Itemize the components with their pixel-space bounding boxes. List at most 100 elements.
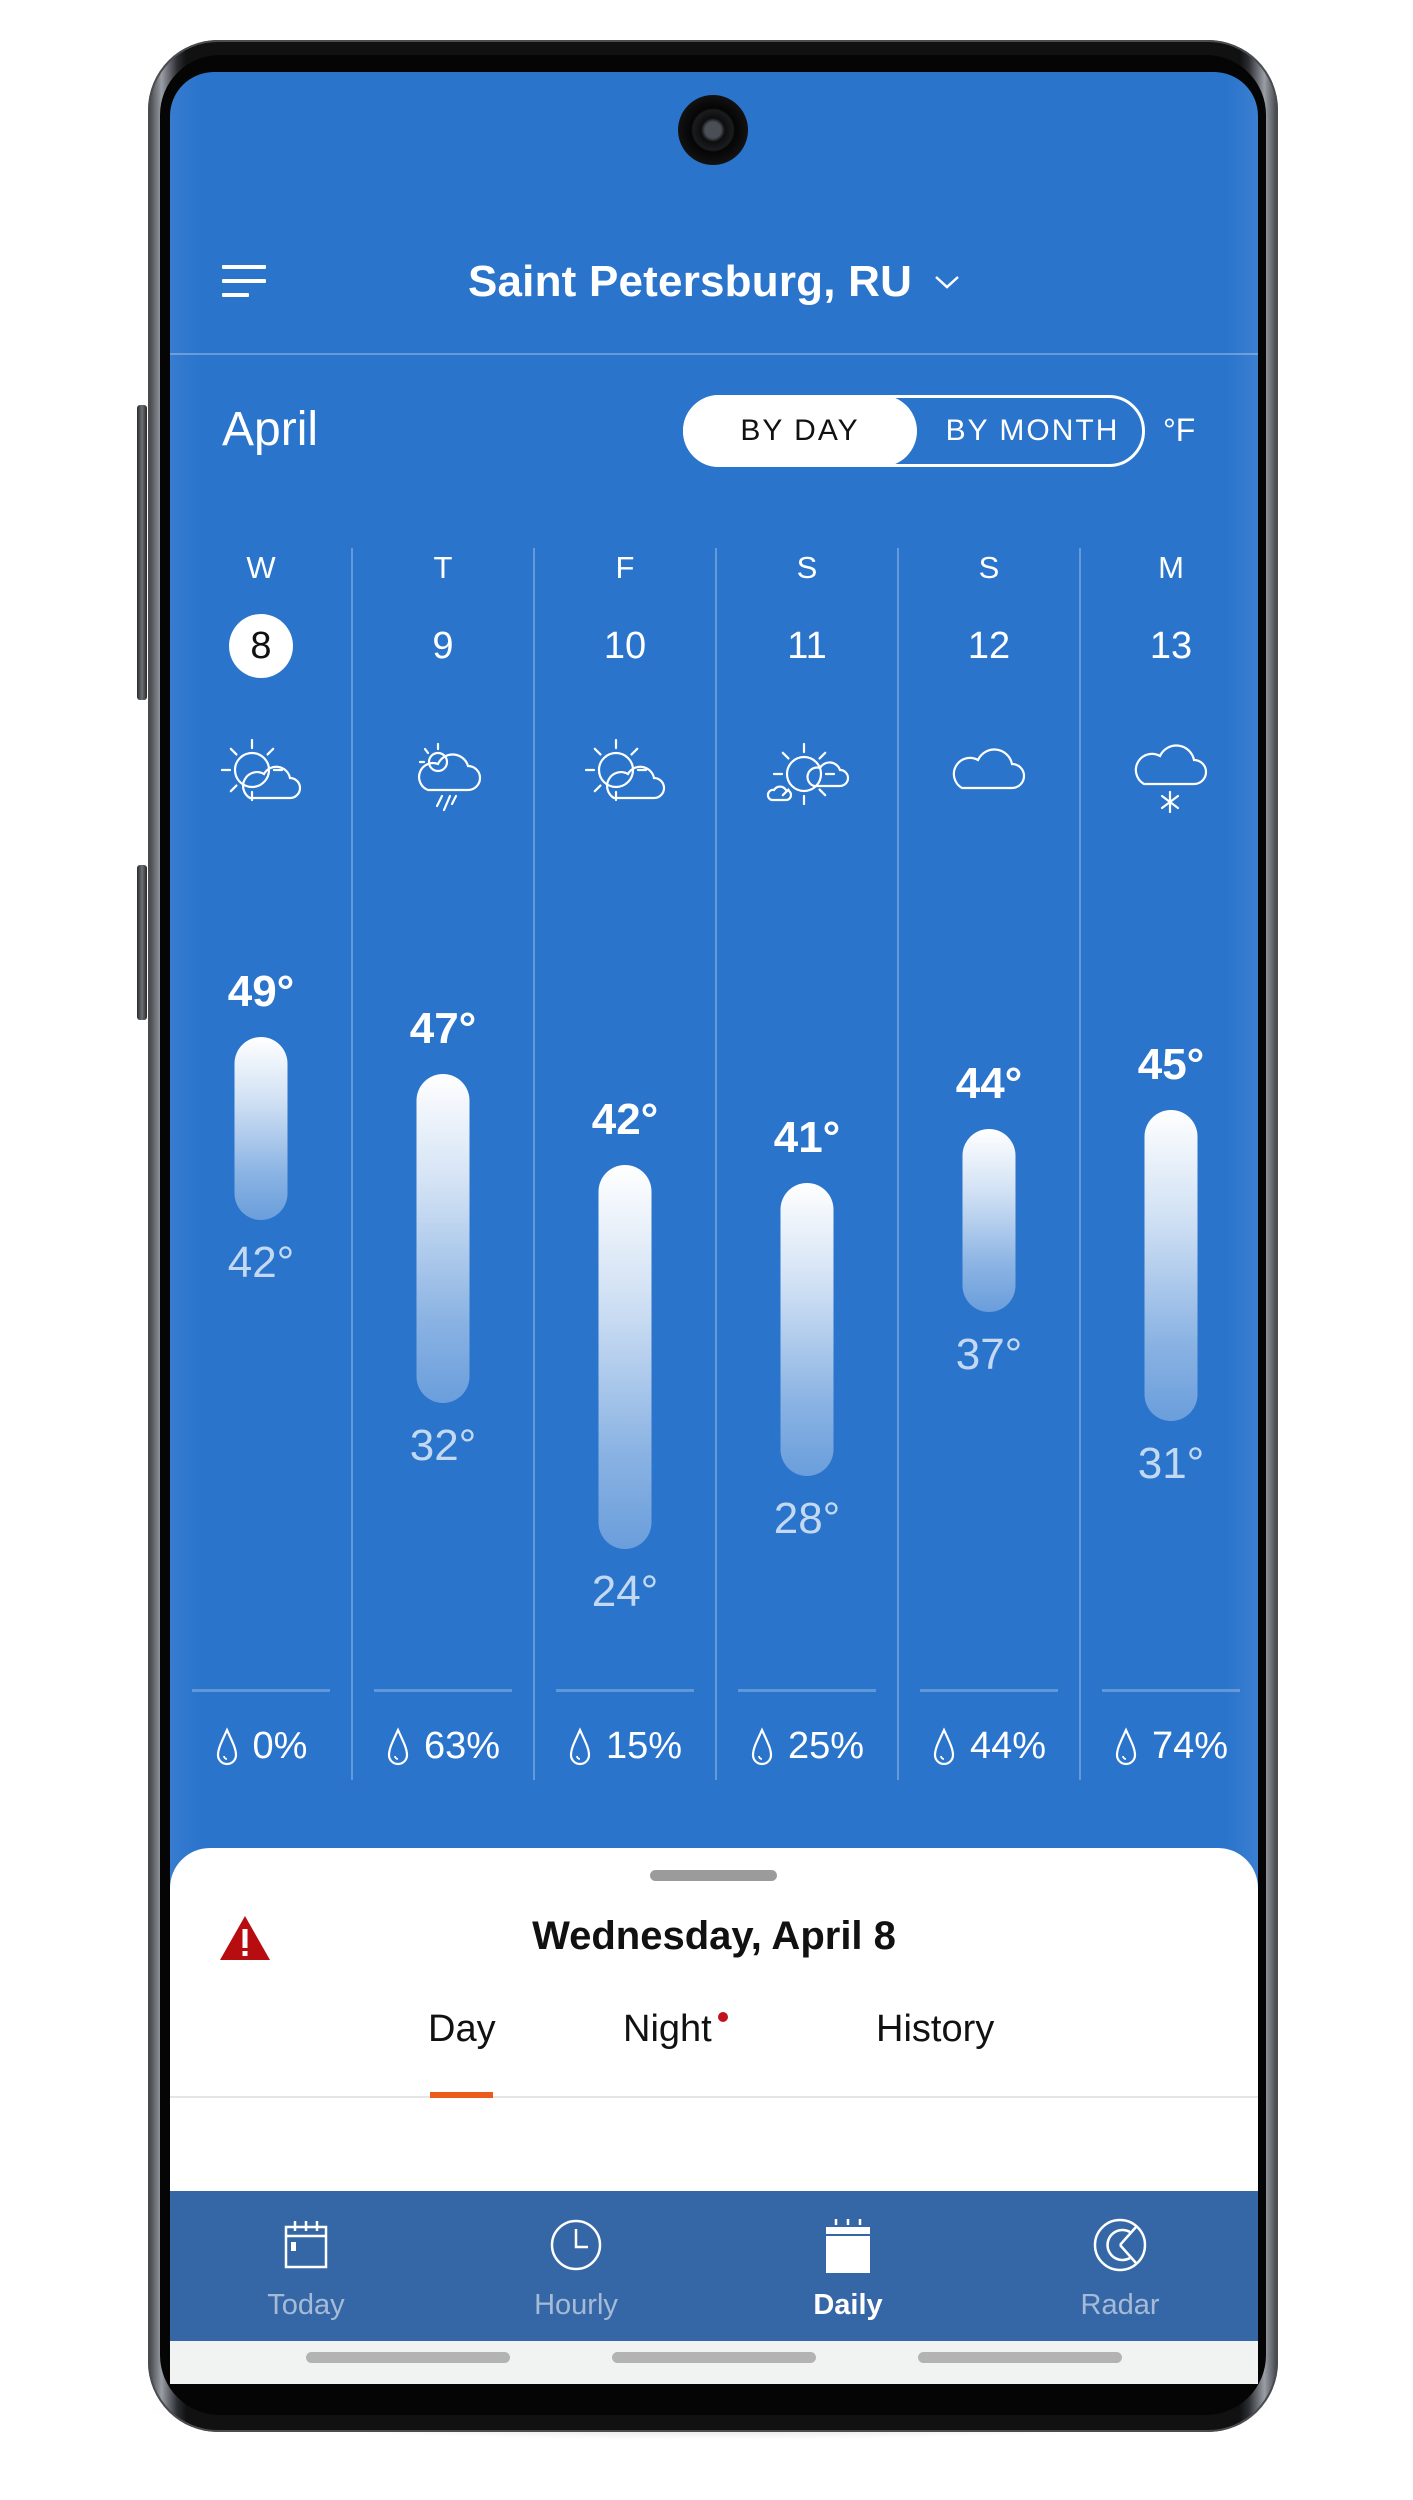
front-camera	[678, 95, 748, 165]
precip-divider	[738, 1689, 876, 1692]
precip-divider	[556, 1689, 694, 1692]
precip-value: 25%	[787, 1725, 865, 1767]
precip-divider	[920, 1689, 1058, 1692]
tab-night[interactable]: Night	[623, 2008, 712, 2051]
system-gesture-bar	[170, 2341, 1258, 2384]
sheet-drag-handle[interactable]	[650, 1870, 777, 1881]
temperature-range-bar	[780, 1183, 834, 1477]
temperature-range-bar	[234, 1037, 288, 1220]
high-temp: 42°	[591, 1095, 659, 1145]
tab-history[interactable]: History	[876, 2008, 994, 2051]
low-temp: 24°	[591, 1567, 659, 1617]
clock-icon	[550, 2219, 602, 2271]
nav-today[interactable]: Today	[170, 2191, 442, 2341]
high-temp: 41°	[773, 1113, 841, 1163]
unit-toggle[interactable]: °F	[1163, 412, 1195, 449]
low-temp: 32°	[409, 1421, 477, 1470]
precip-value: 63%	[423, 1725, 501, 1767]
day-of-week: M	[1158, 550, 1184, 585]
precip-divider	[374, 1689, 512, 1692]
sheet-title: Wednesday, April 8	[532, 1914, 896, 1958]
low-temp: 31°	[1137, 1439, 1205, 1489]
low-temp: 37°	[955, 1329, 1023, 1379]
date-number[interactable]: 13	[1139, 614, 1203, 678]
high-temp: 45°	[1137, 1040, 1205, 1090]
high-temp: 44°	[955, 1058, 1023, 1108]
precipitation-chance: 25%	[716, 1725, 898, 1768]
day-column[interactable]: W 8 49° 42° 0%	[170, 540, 352, 1790]
home-button[interactable]	[612, 2352, 816, 2363]
partly-cloudy-icon	[584, 738, 666, 802]
precipitation-chance: 74%	[1080, 1725, 1262, 1768]
high-temp: 47°	[409, 1003, 477, 1053]
nav-hourly-label: Hourly	[534, 2289, 618, 2321]
night-alert-dot	[718, 2012, 728, 2022]
view-toggle[interactable]: BY DAY BY MONTH	[683, 395, 1145, 467]
precip-value: 0%	[252, 1725, 308, 1767]
recent-apps-button[interactable]	[306, 2352, 510, 2363]
day-of-week: T	[433, 550, 453, 585]
day-column[interactable]: F 10 42° 24° 15%	[534, 540, 716, 1790]
selected-date[interactable]: 8	[229, 614, 293, 678]
mostly-sunny-clouds-icon	[766, 742, 850, 806]
day-column[interactable]: S 12 44° 37° 44%	[898, 540, 1080, 1790]
location-title: Saint Petersburg, RU	[467, 257, 913, 306]
low-temp: 42°	[227, 1238, 295, 1287]
column-separator	[897, 548, 899, 1780]
day-of-week: F	[615, 550, 635, 585]
precipitation-chance: 0%	[170, 1725, 352, 1768]
raindrop-icon	[751, 1726, 773, 1765]
precipitation-chance: 63%	[352, 1725, 534, 1768]
precip-divider	[1102, 1689, 1240, 1692]
calendar-today-icon	[284, 2221, 328, 2269]
day-of-week: W	[246, 550, 276, 585]
day-of-week: S	[796, 550, 818, 585]
column-separator	[715, 548, 717, 1780]
tab-divider	[170, 2096, 1258, 2098]
active-tab-indicator	[430, 2092, 493, 2098]
column-separator	[351, 548, 353, 1780]
day-column[interactable]: S 11 41° 28° 25%	[716, 540, 898, 1790]
nav-radar-label: Radar	[1080, 2289, 1160, 2321]
day-column[interactable]: T 9 47° 32° 63%	[352, 540, 534, 1790]
calendar-daily-icon	[826, 2219, 870, 2273]
nav-daily[interactable]: Daily	[712, 2191, 984, 2341]
raindrop-icon	[569, 1726, 591, 1765]
day-column[interactable]: M 13 45° 31° 74%	[1080, 540, 1262, 1790]
partly-cloudy-icon	[220, 738, 302, 802]
radar-icon	[1093, 2218, 1147, 2272]
date-number[interactable]: 12	[957, 614, 1021, 678]
month-label: April	[222, 403, 319, 456]
cloudy-icon	[952, 748, 1026, 790]
temperature-range-bar	[962, 1128, 1016, 1312]
temperature-range-bar	[598, 1165, 652, 1550]
toggle-by-day[interactable]: BY DAY	[683, 395, 917, 467]
precipitation-chance: 15%	[534, 1725, 716, 1768]
column-separator	[1079, 548, 1081, 1780]
precipitation-chance: 44%	[898, 1725, 1080, 1768]
tab-day[interactable]: Day	[428, 2008, 496, 2051]
nav-hourly[interactable]: Hourly	[440, 2191, 712, 2341]
toggle-by-month[interactable]: BY MONTH	[917, 395, 1148, 467]
snow-icon	[1134, 744, 1208, 814]
precip-value: 74%	[1151, 1725, 1229, 1767]
precip-value: 44%	[969, 1725, 1047, 1767]
nav-radar[interactable]: Radar	[984, 2191, 1256, 2341]
precip-divider	[192, 1689, 330, 1692]
raindrop-icon	[387, 1726, 409, 1765]
bottom-nav: Today Hourly Daily Radar	[170, 2191, 1258, 2341]
date-number[interactable]: 9	[411, 614, 475, 678]
raindrop-icon	[933, 1726, 955, 1765]
volume-button	[137, 405, 147, 700]
high-temp: 49°	[227, 967, 295, 1016]
low-temp: 28°	[773, 1494, 841, 1544]
date-number[interactable]: 10	[593, 614, 657, 678]
day-detail-sheet: Wednesday, April 8 Day Night History	[170, 1848, 1258, 2193]
location-selector[interactable]: Saint Petersburg, RU	[170, 248, 1258, 316]
date-number[interactable]: 11	[775, 614, 839, 678]
back-button[interactable]	[918, 2352, 1122, 2363]
chevron-down-icon	[935, 276, 959, 289]
temperature-range-bar	[1144, 1110, 1198, 1422]
day-of-week: S	[978, 550, 1000, 585]
column-separator	[533, 548, 535, 1780]
